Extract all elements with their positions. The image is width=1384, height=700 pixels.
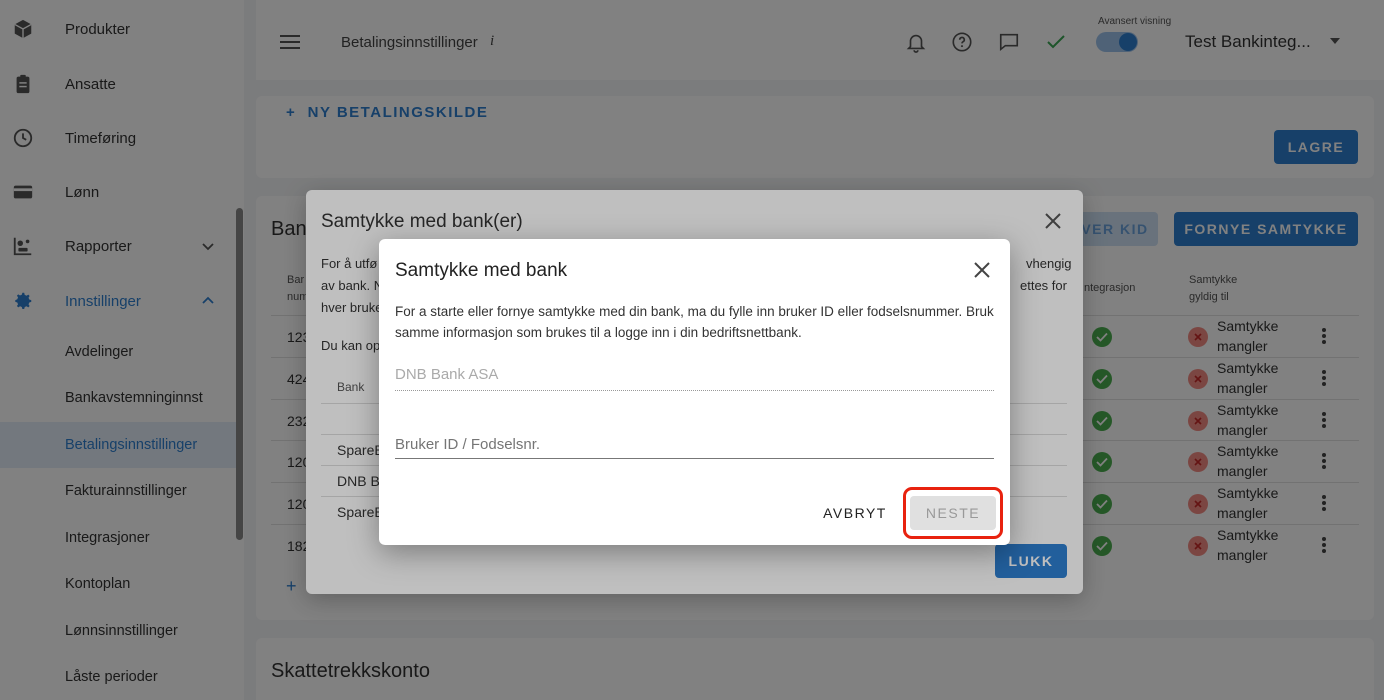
highlight-box: NESTE: [903, 487, 1003, 539]
user-id-input[interactable]: [395, 431, 994, 459]
consent-bank-dialog: Samtykke med bank For a starte eller for…: [379, 239, 1010, 545]
bank-select: DNB Bank ASA: [395, 361, 994, 391]
next-button[interactable]: NESTE: [910, 496, 996, 530]
dialog-description: For a starte eller fornye samtykke med d…: [395, 304, 994, 340]
cancel-button[interactable]: AVBRYT: [815, 501, 895, 525]
dialog-title: Samtykke med bank: [395, 260, 568, 281]
close-icon[interactable]: [971, 259, 993, 281]
